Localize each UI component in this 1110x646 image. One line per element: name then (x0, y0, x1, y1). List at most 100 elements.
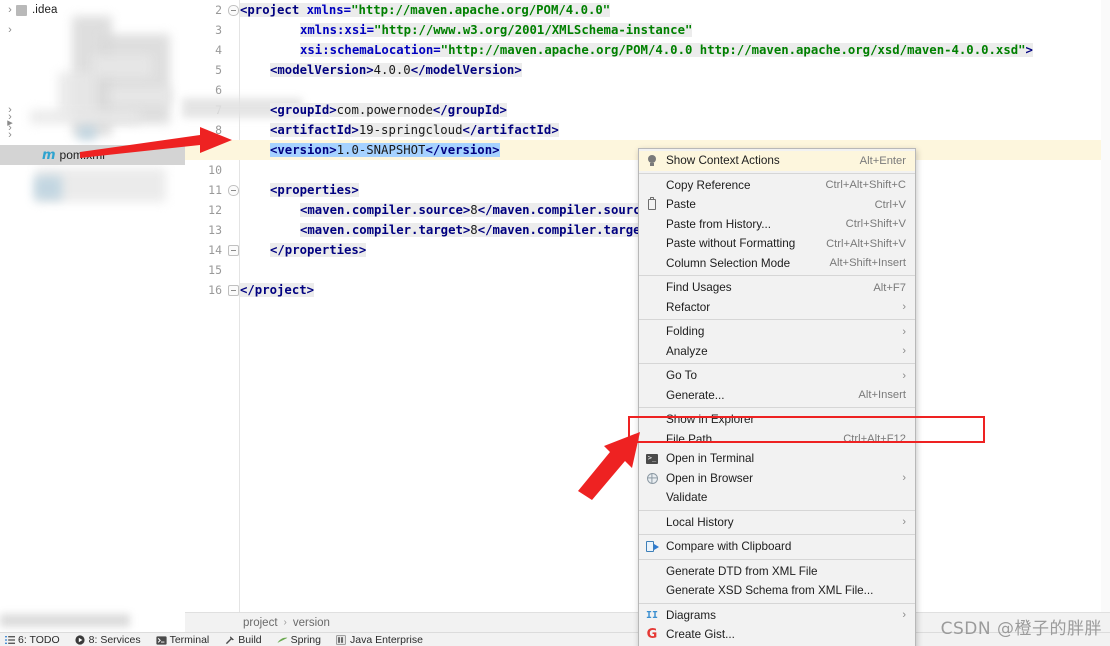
code-line: </properties> (270, 240, 367, 260)
menu-item-create-gist-gitlab[interactable]: G Create Gist... (639, 625, 915, 645)
status-item-java-enterprise[interactable]: Java Enterprise (332, 634, 434, 646)
menu-separator (639, 407, 915, 408)
menu-item-find-usages[interactable]: Find Usages Alt+F7 (639, 278, 915, 298)
menu-item-accel: Alt+Shift+Insert (829, 257, 907, 270)
menu-item-label: Paste from History... (666, 217, 771, 231)
menu-separator (639, 534, 915, 535)
menu-item-label: File Path (666, 432, 713, 446)
menu-item-accel: Ctrl+Alt+Shift+C (825, 179, 906, 192)
menu-item-folding[interactable]: Folding › (639, 322, 915, 342)
code-token: 19-springcloud (358, 123, 463, 137)
chevron-right-icon[interactable]: › (4, 4, 16, 16)
project-tool-window[interactable]: › .idea › › › ▸ › › m pom.xml (0, 0, 185, 615)
menu-item-paste[interactable]: Paste Ctrl+V (639, 195, 915, 215)
line-number: 13 (208, 223, 222, 237)
menu-item-label: Compare with Clipboard (666, 540, 792, 554)
chevron-right-icon: › (902, 301, 906, 314)
breadcrumb-item-project[interactable]: project (243, 617, 278, 629)
line-number: 4 (215, 43, 222, 57)
chevron-right-icon[interactable]: › (4, 24, 16, 36)
todo-icon (4, 635, 15, 646)
chevron-right-icon: › (902, 325, 906, 338)
fold-marker[interactable] (228, 245, 239, 256)
menu-item-accel: Ctrl+V (874, 198, 906, 211)
menu-item-diagrams[interactable]: II Diagrams › (639, 606, 915, 626)
breadcrumb-item-version[interactable]: version (293, 617, 330, 629)
menu-item-validate[interactable]: Validate (639, 488, 915, 508)
chevron-right-icon[interactable]: › (4, 129, 16, 141)
lightbulb-icon (645, 154, 659, 168)
code-token: </modelVersion> (410, 63, 522, 77)
ide-window: › .idea › › › ▸ › › m pom.xml 2 3 4 5 6 … (0, 0, 1110, 646)
status-item-terminal[interactable]: Terminal (152, 634, 221, 646)
line-number: 10 (208, 163, 222, 177)
chevron-right-icon: › (283, 617, 287, 628)
menu-item-accel: Ctrl+Alt+Shift+V (826, 237, 906, 250)
menu-item-label: Copy Reference (666, 178, 751, 192)
code-line: <properties> (270, 180, 359, 200)
status-item-spring[interactable]: Spring (273, 634, 332, 646)
editor-context-menu[interactable]: Show Context Actions Alt+Enter Copy Refe… (638, 148, 916, 646)
code-line: <modelVersion>4.0.0</modelVersion> (270, 60, 522, 80)
menu-item-label: Analyze (666, 344, 708, 358)
blurred-region (34, 176, 62, 200)
services-icon (75, 635, 86, 646)
menu-item-show-context-actions[interactable]: Show Context Actions Alt+Enter (639, 151, 915, 171)
maven-icon: m (42, 147, 56, 163)
code-token: </properties> (270, 243, 367, 257)
menu-item-open-in-terminal[interactable]: >_ Open in Terminal (639, 449, 915, 469)
menu-item-label: Column Selection Mode (666, 256, 791, 270)
code-token: <artifactId> (270, 123, 359, 137)
tree-item-pom-xml[interactable]: m pom.xml (0, 145, 185, 165)
menu-item-go-to[interactable]: Go To › (639, 366, 915, 386)
menu-item-label: Go To (666, 369, 697, 383)
status-item-services[interactable]: 8: Services (71, 634, 152, 646)
code-token: </version> (425, 143, 500, 157)
menu-item-refactor[interactable]: Refactor › (639, 298, 915, 318)
menu-item-generate[interactable]: Generate... Alt+Insert (639, 386, 915, 406)
code-token: "http://maven.apache.org/POM/4.0.0 http:… (440, 43, 1026, 57)
menu-separator (639, 363, 915, 364)
tree-item[interactable]: › (0, 20, 185, 40)
fold-marker[interactable] (228, 285, 239, 296)
menu-item-label: Local History (666, 515, 734, 529)
menu-item-label: Generate XSD Schema from XML File... (666, 584, 874, 598)
status-item-build[interactable]: Build (220, 634, 272, 646)
chevron-right-icon: › (902, 369, 906, 382)
tree-item-idea[interactable]: › .idea (0, 0, 185, 20)
editor-gutter[interactable]: 2 3 4 5 6 7 8 9 10 11 12 13 14 15 16 (185, 0, 239, 612)
code-line: <maven.compiler.source>8</maven.compiler… (300, 200, 656, 220)
status-item-todo[interactable]: 6: TODO (0, 634, 71, 646)
menu-item-accel: Alt+Enter (859, 154, 906, 167)
menu-item-label: Paste (666, 198, 696, 212)
code-line: <groupId>com.powernode</groupId> (270, 100, 507, 120)
menu-item-file-path[interactable]: File Path Ctrl+Alt+F12 (639, 430, 915, 450)
menu-item-local-history[interactable]: Local History › (639, 513, 915, 533)
menu-item-accel: Alt+F7 (873, 281, 906, 294)
menu-item-column-selection-mode[interactable]: Column Selection Mode Alt+Shift+Insert (639, 254, 915, 274)
tree-item-label: pom.xml (59, 148, 105, 162)
menu-item-paste-from-history[interactable]: Paste from History... Ctrl+Shift+V (639, 215, 915, 235)
editor-scrollbar[interactable] (1101, 0, 1110, 612)
menu-item-accel: Ctrl+Alt+F12 (843, 433, 906, 446)
menu-item-compare-with-clipboard[interactable]: Compare with Clipboard (639, 537, 915, 557)
menu-item-generate-xsd[interactable]: Generate XSD Schema from XML File... (639, 581, 915, 601)
code-token: xmlns:xsi= (300, 23, 375, 37)
fold-marker[interactable] (228, 185, 239, 196)
tree-item-label: .idea (32, 4, 58, 16)
code-token: </maven.compiler.target> (477, 223, 656, 237)
menu-item-paste-without-formatting[interactable]: Paste without Formatting Ctrl+Alt+Shift+… (639, 234, 915, 254)
menu-separator (639, 172, 915, 174)
fold-marker[interactable] (228, 5, 239, 16)
menu-item-label: Paste without Formatting (666, 237, 796, 251)
menu-item-label: Open in Terminal (666, 452, 755, 466)
menu-item-open-in-browser[interactable]: Open in Browser › (639, 469, 915, 489)
folder-icon (16, 4, 27, 16)
compare-icon (645, 540, 659, 554)
menu-item-copy-reference[interactable]: Copy Reference Ctrl+Alt+Shift+C (639, 176, 915, 196)
tree-item[interactable]: › (0, 125, 185, 145)
menu-item-show-in-explorer[interactable]: Show in Explorer (639, 410, 915, 430)
menu-item-analyze[interactable]: Analyze › (639, 342, 915, 362)
menu-item-generate-dtd[interactable]: Generate DTD from XML File (639, 562, 915, 582)
line-number: 14 (208, 243, 222, 257)
